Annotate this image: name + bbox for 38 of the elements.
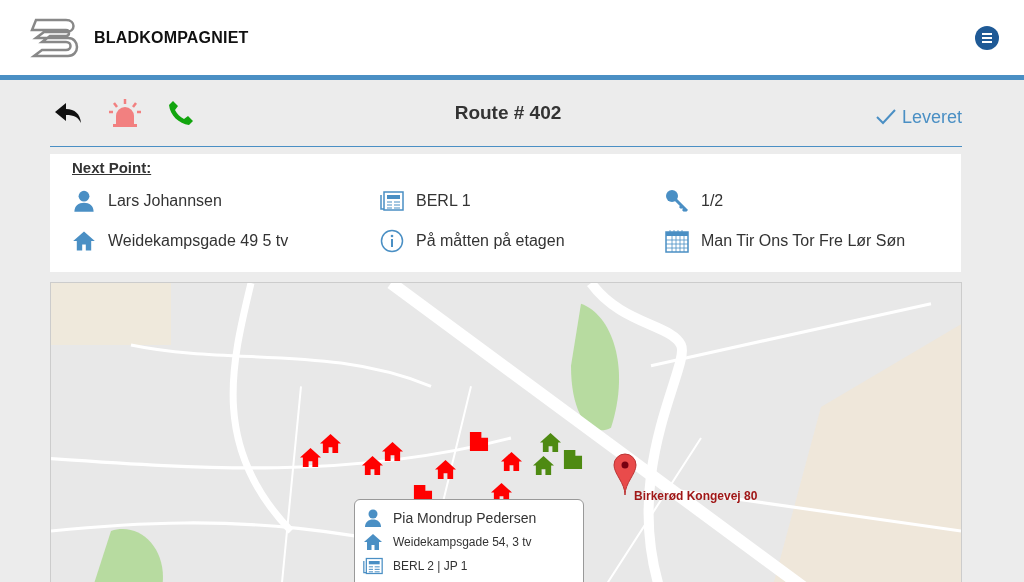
house-marker-icon[interactable] bbox=[362, 455, 383, 476]
delivered-button[interactable]: Leveret bbox=[875, 106, 962, 128]
phone-button[interactable] bbox=[168, 100, 194, 126]
popup-text: BERL 2 | JP 1 bbox=[393, 559, 468, 573]
field-value: 1/2 bbox=[701, 192, 724, 210]
building-marker-icon[interactable] bbox=[562, 448, 583, 469]
alarm-button[interactable] bbox=[108, 98, 142, 128]
next-point-heading: Next Point: bbox=[72, 159, 152, 176]
house-marker-icon[interactable] bbox=[435, 459, 456, 480]
info-icon bbox=[380, 229, 404, 253]
check-icon bbox=[875, 109, 896, 125]
newspaper-icon bbox=[363, 556, 383, 576]
popup-text: Weidekampsgade 54, 3 tv bbox=[393, 535, 532, 549]
popup-text: Pia Mondrup Pedersen bbox=[393, 510, 537, 526]
house-icon bbox=[363, 532, 383, 552]
house-marker-icon[interactable] bbox=[501, 451, 522, 472]
back-button[interactable] bbox=[54, 101, 82, 125]
house-marker-icon[interactable] bbox=[540, 432, 561, 453]
person-icon bbox=[363, 508, 383, 528]
field-value: På måtten på etagen bbox=[416, 232, 565, 250]
route-title: Route # 402 bbox=[453, 102, 563, 124]
field-value: BERL 1 bbox=[416, 192, 471, 210]
house-marker-icon[interactable] bbox=[300, 447, 321, 468]
menu-button[interactable] bbox=[975, 25, 999, 50]
field-value: Lars Johannsen bbox=[108, 192, 222, 210]
house-marker-icon[interactable] bbox=[320, 433, 341, 454]
newspaper-icon bbox=[380, 189, 404, 213]
house-marker-icon[interactable] bbox=[382, 441, 403, 462]
person-icon bbox=[72, 189, 96, 213]
house-marker-icon[interactable] bbox=[533, 455, 554, 476]
destination-label: Birkerød Kongevej 80 bbox=[634, 489, 758, 503]
field-value: Weidekampsgade 49 5 tv bbox=[108, 232, 289, 250]
calendar-icon bbox=[665, 229, 689, 253]
key-icon bbox=[665, 189, 689, 213]
brand-name: BLADKOMPAGNIET bbox=[94, 28, 249, 47]
house-icon bbox=[72, 229, 96, 253]
building-marker-icon[interactable] bbox=[468, 430, 489, 451]
field-value: Man Tir Ons Tor Fre Lør Søn bbox=[701, 232, 906, 250]
